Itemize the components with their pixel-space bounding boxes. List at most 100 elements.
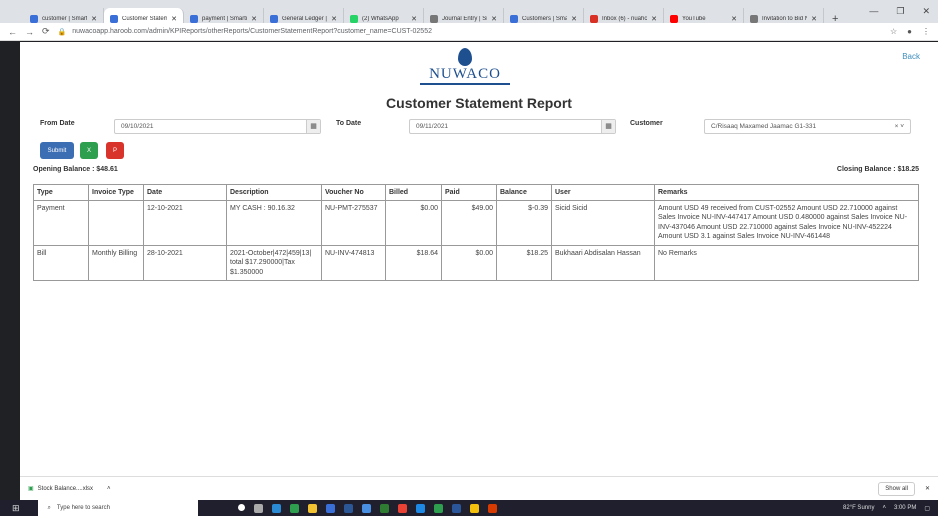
statement-table: Type Invoice Type Date Description Voucher N…: [33, 184, 919, 282]
cortana-icon[interactable]: [237, 503, 245, 511]
windows-start-icon[interactable]: ⊞: [12, 503, 20, 514]
acrobat-icon[interactable]: [487, 503, 497, 513]
cell-description: MY CASH : 90.16.32: [226, 200, 322, 246]
column-header: User: [551, 184, 655, 201]
url-field[interactable]: nuwacoapp.haroob.com/admin/KPIReports/ot…: [72, 28, 432, 35]
tab-favicon-icon: [30, 15, 38, 23]
tab-close-icon[interactable]: ✕: [247, 15, 257, 23]
excel-app-icon[interactable]: [379, 503, 389, 513]
cell-type: Bill: [33, 244, 89, 282]
from-date-value: 09/10/2021: [121, 123, 154, 130]
excel-export-icon[interactable]: X: [80, 142, 98, 159]
report-page: NUWACO Back Customer Statement Report Fr…: [20, 42, 938, 476]
tab-title: YouTube: [682, 16, 706, 22]
closing-balance: Closing Balance : $18.25: [836, 166, 919, 173]
tab-close-icon[interactable]: ✕: [407, 15, 417, 23]
reload-icon[interactable]: ⟳: [42, 26, 50, 37]
taskbar-apps: [237, 503, 497, 513]
back-arrow-icon[interactable]: ←: [8, 27, 17, 37]
cell-date: 28-10-2021: [143, 244, 227, 282]
bookmark-star-icon[interactable]: ☆: [890, 27, 897, 36]
opening-balance: Opening Balance : $48.61: [33, 166, 118, 173]
tab-close-icon[interactable]: ✕: [727, 15, 737, 23]
column-header: Remarks: [654, 184, 919, 201]
clear-chevron-icon[interactable]: × ˅: [895, 123, 904, 130]
file-explorer-icon[interactable]: [307, 503, 317, 513]
store-icon[interactable]: [325, 503, 335, 513]
outlook-icon[interactable]: [415, 503, 425, 513]
excel-app-icon-2[interactable]: [433, 503, 443, 513]
minimize-icon[interactable]: —: [869, 6, 878, 17]
cell-voucher: NU-INV-474813: [321, 244, 386, 282]
edge-icon[interactable]: [271, 503, 281, 513]
to-date-value: 09/11/2021: [416, 123, 449, 130]
close-downloads-icon[interactable]: ✕: [925, 485, 930, 492]
show-all-button[interactable]: Show all: [878, 481, 915, 496]
cell-paid: $0.00: [441, 244, 497, 282]
cell-user: Sicid Sicid: [551, 200, 655, 246]
chevron-up-icon[interactable]: ˄: [107, 486, 111, 492]
clock-time[interactable]: 3:00 PM: [894, 505, 916, 512]
task-view-icon[interactable]: [253, 503, 263, 513]
tab-close-icon[interactable]: ✕: [167, 15, 177, 23]
logo-text: NUWACO: [420, 66, 510, 85]
column-header: Billed: [385, 184, 442, 201]
tab-close-icon[interactable]: ✕: [327, 15, 337, 23]
page-title: Customer Statement Report: [386, 95, 572, 111]
to-date-input[interactable]: 09/11/2021 ▦: [409, 119, 616, 134]
calendar-icon[interactable]: ▦: [601, 120, 615, 133]
cell-remarks: Amount USD 49 received from CUST-02552 A…: [654, 200, 919, 246]
weather-text[interactable]: 82°F Sunny: [843, 505, 874, 512]
submit-button[interactable]: Submit: [40, 142, 74, 159]
tray-chevron-icon[interactable]: ˄: [882, 505, 886, 512]
tab-favicon-icon: [110, 15, 118, 23]
word-icon[interactable]: [451, 503, 461, 513]
cell-voucher: NU-PMT-275537: [321, 200, 386, 246]
cell-invoice-type: Monthly Billing: [88, 244, 144, 282]
nuwaco-logo: NUWACO: [420, 48, 510, 85]
download-file[interactable]: Stock Balance....xlsx: [38, 486, 93, 492]
excel-file-icon: ▣: [28, 486, 34, 492]
cell-invoice-type: [88, 200, 144, 246]
tab-close-icon[interactable]: ✕: [487, 15, 497, 23]
tab-title: General Ledger | S: [282, 16, 327, 22]
profile-icon[interactable]: ●: [907, 27, 912, 36]
taskbar-search[interactable]: ⌕ Type here to search: [37, 500, 198, 516]
tab-favicon-icon: [350, 15, 358, 23]
lock-icon: 🔒: [57, 28, 67, 36]
menu-dots-icon[interactable]: ⋮: [922, 27, 930, 36]
tab-title: customer | Smartin: [42, 16, 87, 22]
taskbar: ⊞ ⌕ Type here to search 82°F Sunny ˄ 3:0…: [0, 500, 938, 516]
tab-close-icon[interactable]: ✕: [87, 15, 97, 23]
forward-arrow-icon[interactable]: →: [25, 27, 34, 37]
tab-close-icon[interactable]: ✕: [807, 15, 817, 23]
table-header-row: Type Invoice Type Date Description Voucher N…: [33, 184, 919, 201]
sticky-notes-icon[interactable]: [469, 503, 479, 513]
photos-icon[interactable]: [361, 503, 371, 513]
calendar-icon[interactable]: ▦: [306, 120, 320, 133]
close-window-icon[interactable]: ✕: [922, 6, 930, 17]
xbox-icon[interactable]: [289, 503, 299, 513]
tab-title: Inbox (6) - nuahco: [602, 16, 648, 22]
mail-icon[interactable]: [343, 503, 353, 513]
maximize-icon[interactable]: ❐: [896, 6, 904, 17]
tab-title: (2) WhatsApp: [362, 16, 399, 22]
column-header: Balance: [496, 184, 552, 201]
tab-title: Customer Stateme: [122, 16, 168, 22]
pdf-export-icon[interactable]: P: [106, 142, 124, 159]
from-date-input[interactable]: 09/10/2021 ▦: [114, 119, 321, 134]
tab-favicon-icon: [430, 15, 438, 23]
cell-user: Bukhaari Abdisalan Hassan: [551, 244, 655, 282]
column-header: Type: [33, 184, 89, 201]
column-header: Date: [143, 184, 227, 201]
notification-icon[interactable]: ▢: [924, 505, 930, 512]
cell-date: 12-10-2021: [143, 200, 227, 246]
tab-close-icon[interactable]: ✕: [567, 15, 577, 23]
back-link[interactable]: Back: [902, 52, 920, 61]
column-header: Paid: [441, 184, 497, 201]
customer-select[interactable]: C/Risaaq Maxamed Jaamac G1-331 × ˅: [704, 119, 911, 134]
cell-balance: $18.25: [496, 244, 552, 282]
customer-label: Customer: [630, 120, 663, 127]
tab-close-icon[interactable]: ✕: [647, 15, 657, 23]
chrome-icon[interactable]: [397, 503, 407, 513]
